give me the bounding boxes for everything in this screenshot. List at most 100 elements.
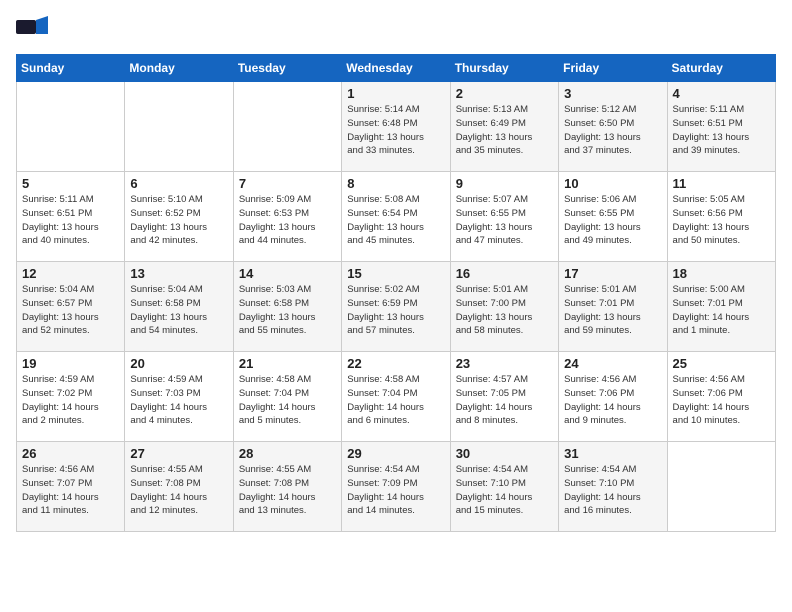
day-number: 10 [564,176,661,191]
day-info: Sunrise: 5:09 AM Sunset: 6:53 PM Dayligh… [239,193,336,248]
calendar-cell: 24 Sunrise: 4:56 AM Sunset: 7:06 PM Dayli… [559,352,667,442]
calendar-cell: 22 Sunrise: 4:58 AM Sunset: 7:04 PM Dayli… [342,352,450,442]
calendar-cell: 20 Sunrise: 4:59 AM Sunset: 7:03 PM Dayli… [125,352,233,442]
day-number: 15 [347,266,444,281]
calendar-cell: 25Sunrise: 4:56 AM Sunset: 7:06 PM Dayli… [667,352,775,442]
calendar-cell: 27Sunrise: 4:55 AM Sunset: 7:08 PM Dayli… [125,442,233,532]
day-number: 26 [22,446,119,461]
calendar-cell: 4Sunrise: 5:11 AM Sunset: 6:51 PM Daylig… [667,82,775,172]
day-info: Sunrise: 5:01 AM Sunset: 7:01 PM Dayligh… [564,283,661,338]
calendar-cell: 1Sunrise: 5:14 AM Sunset: 6:48 PM Daylig… [342,82,450,172]
weekday-header-cell: Saturday [667,55,775,82]
calendar-week-row: 26 Sunrise: 4:56 AM Sunset: 7:07 PM Dayli… [17,442,776,532]
day-info: Sunrise: 4:55 AM Sunset: 7:08 PM Dayligh… [239,463,336,518]
calendar-cell: 21Sunrise: 4:58 AM Sunset: 7:04 PM Dayli… [233,352,341,442]
day-number: 2 [456,86,553,101]
calendar-body: 1Sunrise: 5:14 AM Sunset: 6:48 PM Daylig… [17,82,776,532]
day-info: Sunrise: 5:04 AM Sunset: 6:58 PM Dayligh… [130,283,227,338]
day-number: 27 [130,446,227,461]
calendar-cell: 28 Sunrise: 4:55 AM Sunset: 7:08 PM Dayli… [233,442,341,532]
day-number: 5 [22,176,119,191]
calendar-cell [125,82,233,172]
day-info: Sunrise: 4:54 AM Sunset: 7:09 PM Dayligh… [347,463,444,518]
calendar-cell: 12Sunrise: 5:04 AM Sunset: 6:57 PM Dayli… [17,262,125,352]
day-number: 17 [564,266,661,281]
calendar-week-row: 5 Sunrise: 5:11 AM Sunset: 6:51 PM Daylig… [17,172,776,262]
day-info: Sunrise: 5:12 AM Sunset: 6:50 PM Dayligh… [564,103,661,158]
calendar-cell: 29 Sunrise: 4:54 AM Sunset: 7:09 PM Dayli… [342,442,450,532]
day-number: 6 [130,176,227,191]
weekday-header-cell: Sunday [17,55,125,82]
weekday-header-cell: Tuesday [233,55,341,82]
calendar-cell: 10 Sunrise: 5:06 AM Sunset: 6:55 PM Dayli… [559,172,667,262]
weekday-header-cell: Wednesday [342,55,450,82]
calendar-cell: 26 Sunrise: 4:56 AM Sunset: 7:07 PM Dayli… [17,442,125,532]
calendar-cell: 5 Sunrise: 5:11 AM Sunset: 6:51 PM Daylig… [17,172,125,262]
calendar-cell [233,82,341,172]
calendar-cell: 11 Sunrise: 5:05 AM Sunset: 6:56 PM Dayli… [667,172,775,262]
day-info: Sunrise: 4:56 AM Sunset: 7:06 PM Dayligh… [673,373,770,428]
day-info: Sunrise: 5:08 AM Sunset: 6:54 PM Dayligh… [347,193,444,248]
day-info: Sunrise: 5:10 AM Sunset: 6:52 PM Dayligh… [130,193,227,248]
day-number: 14 [239,266,336,281]
day-info: Sunrise: 5:00 AM Sunset: 7:01 PM Dayligh… [673,283,770,338]
day-info: Sunrise: 4:59 AM Sunset: 7:03 PM Dayligh… [130,373,227,428]
calendar-cell: 8 Sunrise: 5:08 AM Sunset: 6:54 PM Daylig… [342,172,450,262]
day-info: Sunrise: 5:06 AM Sunset: 6:55 PM Dayligh… [564,193,661,248]
logo [16,16,52,44]
calendar-cell: 2 Sunrise: 5:13 AM Sunset: 6:49 PM Daylig… [450,82,558,172]
day-number: 29 [347,446,444,461]
day-number: 3 [564,86,661,101]
calendar-header: SundayMondayTuesdayWednesdayThursdayFrid… [17,55,776,82]
calendar-cell [17,82,125,172]
day-info: Sunrise: 4:58 AM Sunset: 7:04 PM Dayligh… [347,373,444,428]
day-info: Sunrise: 4:54 AM Sunset: 7:10 PM Dayligh… [456,463,553,518]
calendar-cell: 16 Sunrise: 5:01 AM Sunset: 7:00 PM Dayli… [450,262,558,352]
day-info: Sunrise: 5:03 AM Sunset: 6:58 PM Dayligh… [239,283,336,338]
day-number: 16 [456,266,553,281]
logo-icon [16,16,48,44]
day-info: Sunrise: 5:11 AM Sunset: 6:51 PM Dayligh… [22,193,119,248]
calendar-table: SundayMondayTuesdayWednesdayThursdayFrid… [16,54,776,532]
page-header [16,16,776,44]
day-info: Sunrise: 5:04 AM Sunset: 6:57 PM Dayligh… [22,283,119,338]
day-number: 19 [22,356,119,371]
day-info: Sunrise: 4:57 AM Sunset: 7:05 PM Dayligh… [456,373,553,428]
weekday-header-cell: Thursday [450,55,558,82]
day-number: 11 [673,176,770,191]
calendar-cell: 19Sunrise: 4:59 AM Sunset: 7:02 PM Dayli… [17,352,125,442]
day-number: 22 [347,356,444,371]
calendar-cell: 13 Sunrise: 5:04 AM Sunset: 6:58 PM Dayli… [125,262,233,352]
day-number: 20 [130,356,227,371]
weekday-header-cell: Monday [125,55,233,82]
day-number: 24 [564,356,661,371]
day-info: Sunrise: 5:07 AM Sunset: 6:55 PM Dayligh… [456,193,553,248]
calendar-cell: 14 Sunrise: 5:03 AM Sunset: 6:58 PM Dayli… [233,262,341,352]
calendar-cell: 15 Sunrise: 5:02 AM Sunset: 6:59 PM Dayli… [342,262,450,352]
day-info: Sunrise: 5:01 AM Sunset: 7:00 PM Dayligh… [456,283,553,338]
calendar-cell: 7 Sunrise: 5:09 AM Sunset: 6:53 PM Daylig… [233,172,341,262]
day-number: 1 [347,86,444,101]
day-number: 30 [456,446,553,461]
day-number: 7 [239,176,336,191]
day-number: 21 [239,356,336,371]
calendar-week-row: 1Sunrise: 5:14 AM Sunset: 6:48 PM Daylig… [17,82,776,172]
day-number: 18 [673,266,770,281]
day-info: Sunrise: 4:56 AM Sunset: 7:07 PM Dayligh… [22,463,119,518]
day-info: Sunrise: 5:13 AM Sunset: 6:49 PM Dayligh… [456,103,553,158]
calendar-cell: 30 Sunrise: 4:54 AM Sunset: 7:10 PM Dayli… [450,442,558,532]
day-info: Sunrise: 5:02 AM Sunset: 6:59 PM Dayligh… [347,283,444,338]
day-info: Sunrise: 4:54 AM Sunset: 7:10 PM Dayligh… [564,463,661,518]
day-number: 31 [564,446,661,461]
day-info: Sunrise: 4:56 AM Sunset: 7:06 PM Dayligh… [564,373,661,428]
calendar-cell: 6 Sunrise: 5:10 AM Sunset: 6:52 PM Daylig… [125,172,233,262]
day-number: 13 [130,266,227,281]
day-number: 8 [347,176,444,191]
calendar-cell: 31 Sunrise: 4:54 AM Sunset: 7:10 PM Dayli… [559,442,667,532]
day-info: Sunrise: 5:05 AM Sunset: 6:56 PM Dayligh… [673,193,770,248]
day-info: Sunrise: 5:11 AM Sunset: 6:51 PM Dayligh… [673,103,770,158]
calendar-week-row: 19Sunrise: 4:59 AM Sunset: 7:02 PM Dayli… [17,352,776,442]
calendar-cell: 23Sunrise: 4:57 AM Sunset: 7:05 PM Dayli… [450,352,558,442]
calendar-cell: 18 Sunrise: 5:00 AM Sunset: 7:01 PM Dayli… [667,262,775,352]
day-number: 28 [239,446,336,461]
